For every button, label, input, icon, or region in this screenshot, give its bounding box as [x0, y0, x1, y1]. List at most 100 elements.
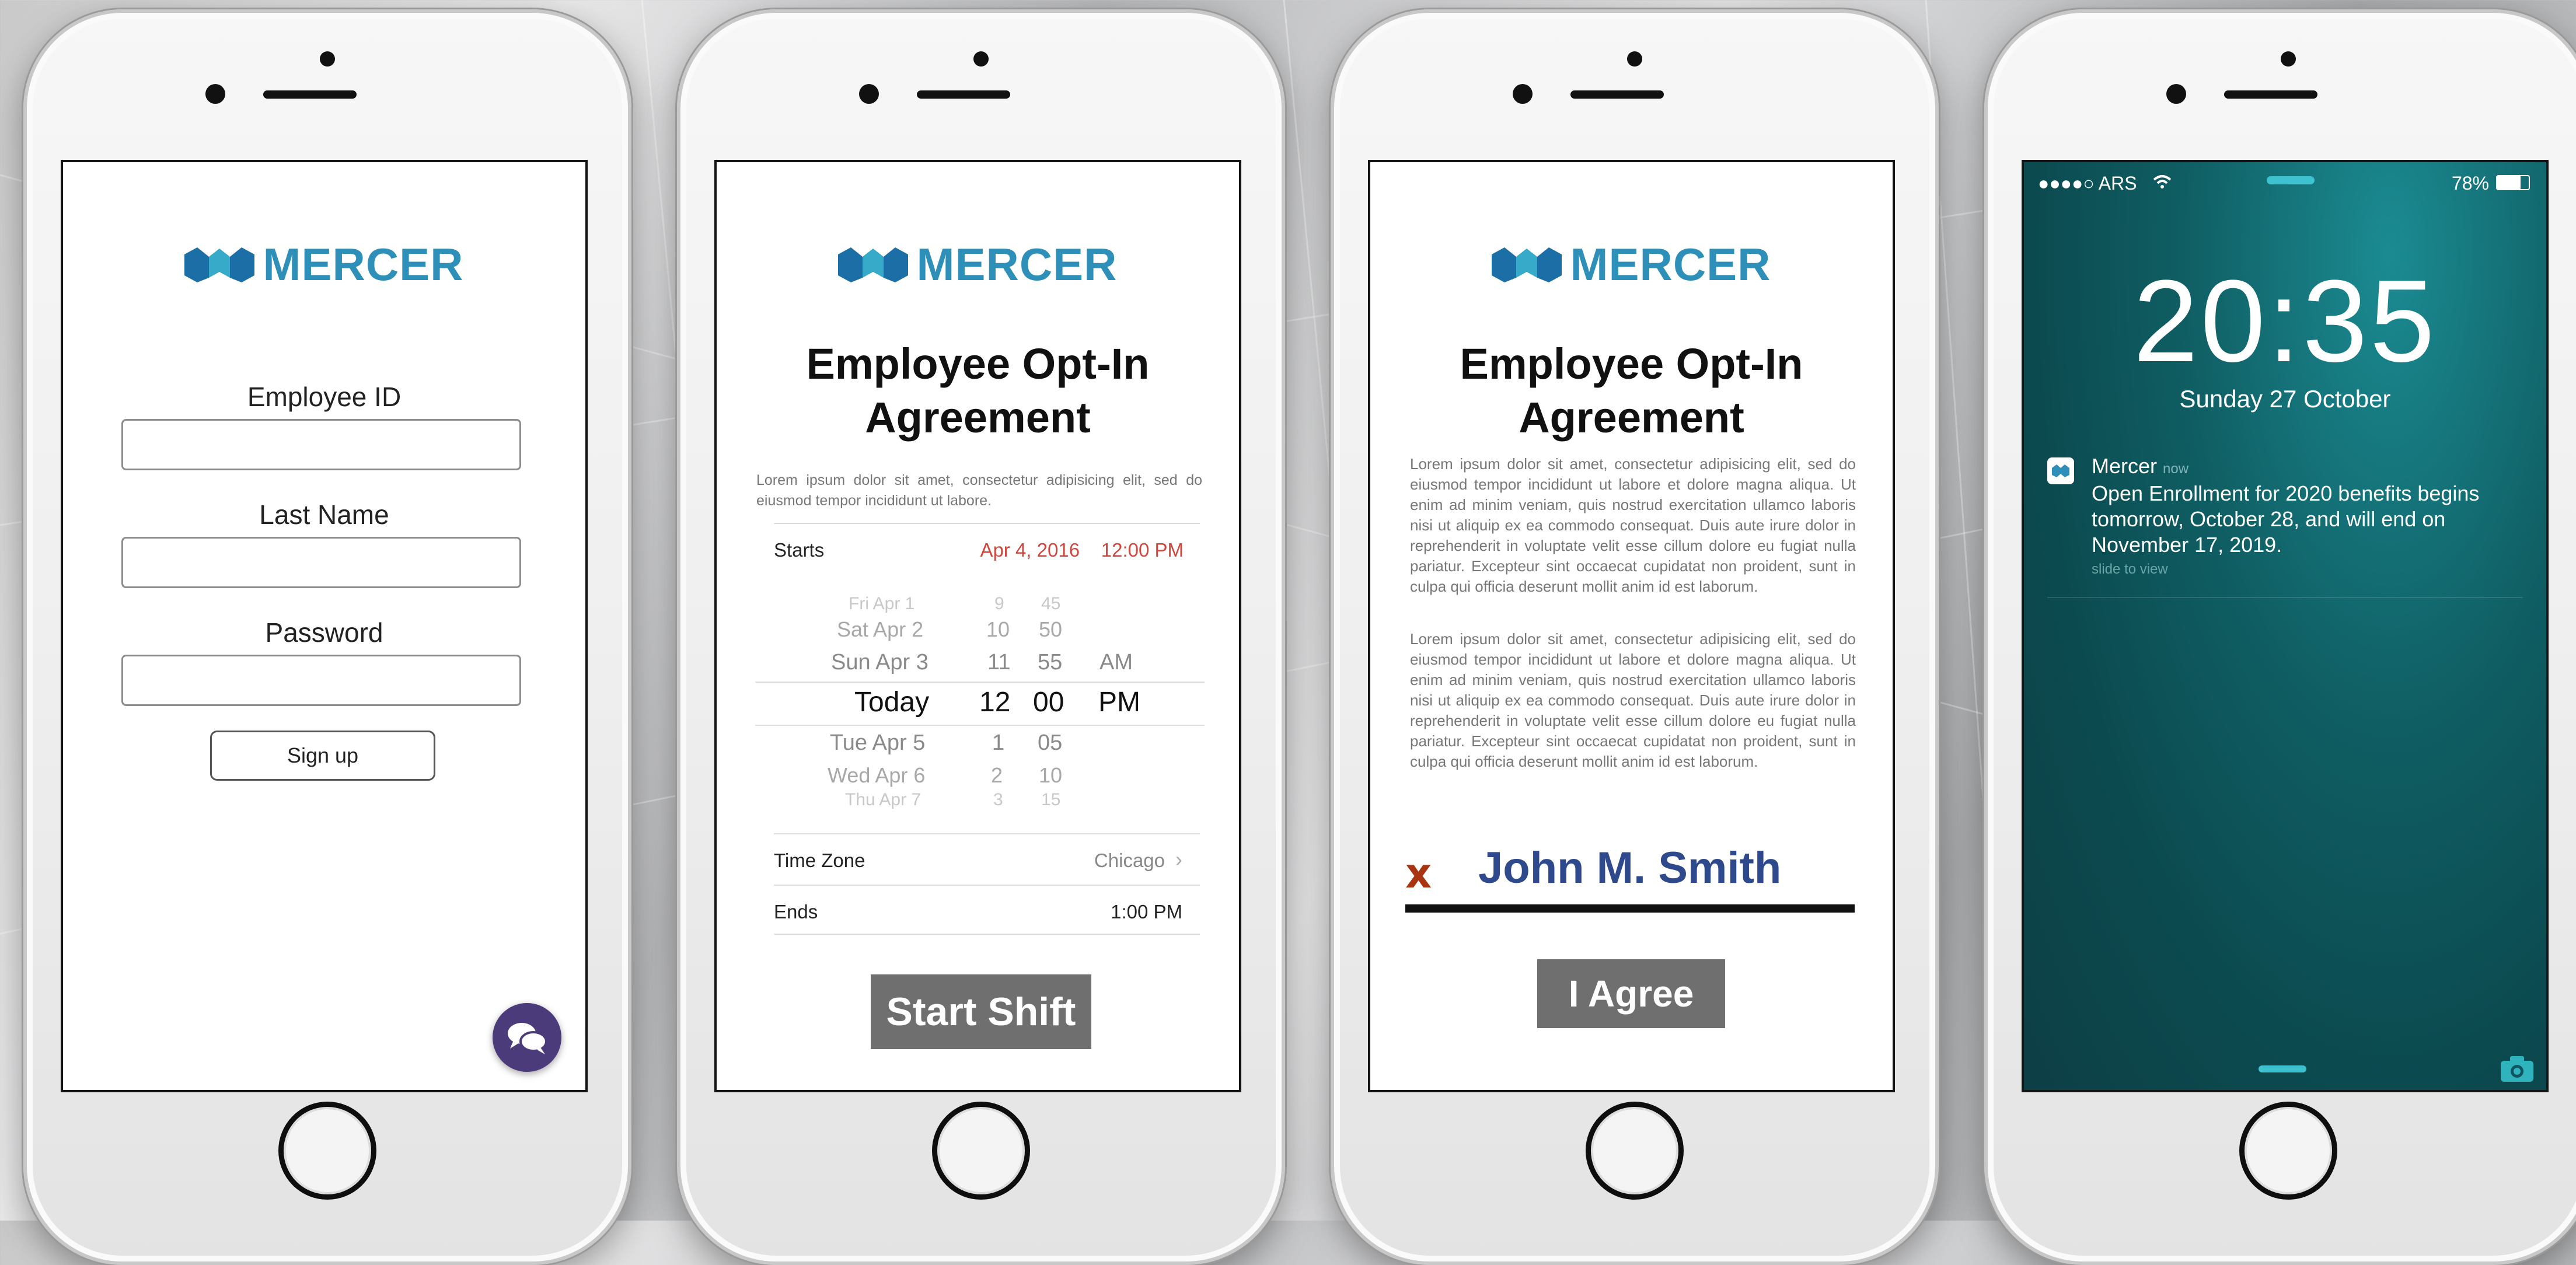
sign-up-button[interactable]: Sign up — [210, 731, 435, 781]
picker-day: Sun Apr 3 — [831, 650, 929, 675]
home-indicator[interactable] — [2259, 1065, 2306, 1072]
title-line-2: Agreement — [865, 393, 1091, 442]
brand-name: MERCER — [1570, 239, 1771, 290]
mercer-logo-icon — [1492, 247, 1562, 282]
picker-day: Thu Apr 7 — [845, 790, 922, 809]
picker-minute: 45 — [1041, 594, 1061, 613]
time-zone-row[interactable]: Time Zone Chicago › — [774, 833, 1200, 883]
chevron-right-icon: › — [1175, 847, 1182, 871]
picker-hour: 12 — [979, 687, 1011, 718]
lock-time: 20:35 — [2133, 256, 2437, 386]
lock-bar-indicator — [2267, 176, 2315, 184]
time-zone-label: Time Zone — [774, 850, 865, 871]
picker-row[interactable]: Thu Apr 7 3 15 — [755, 790, 1205, 823]
lock-date: Sunday 27 October — [2179, 385, 2391, 413]
camera-lens — [859, 84, 879, 104]
wifi-icon — [2153, 175, 2172, 188]
i-agree-button[interactable]: I Agree — [1537, 959, 1725, 1028]
picker-row[interactable]: Sat Apr 2 10 50 — [755, 617, 1205, 650]
slide-to-view-hint: slide to view — [2092, 561, 2168, 577]
picker-minute: 50 — [1039, 617, 1063, 641]
login-screen: MERCER Employee ID Last Name Password Si… — [61, 160, 588, 1092]
mercer-logo-icon — [838, 247, 909, 282]
mercer-logo: MERCER — [717, 238, 1239, 291]
password-label: Password — [265, 617, 383, 648]
picker-hour: 11 — [987, 650, 1011, 675]
brand-name: MERCER — [263, 239, 464, 290]
front-camera — [2281, 51, 2296, 67]
battery-percentage: 78% — [2451, 173, 2489, 194]
picker-day: Tue Apr 5 — [830, 731, 926, 755]
picker-ampm: PM — [1098, 687, 1140, 718]
picker-minute: 15 — [1041, 790, 1061, 809]
earpiece-speaker — [917, 90, 1010, 99]
signature-name[interactable]: John M. Smith — [1478, 843, 1781, 893]
agreement-paragraph: Lorem ipsum dolor sit amet, consectetur … — [1410, 630, 1856, 770]
agreement-paragraph: Lorem ipsum dolor sit amet, consectetur … — [1410, 455, 1856, 595]
chat-button[interactable] — [493, 1003, 561, 1072]
picker-hour: 2 — [991, 763, 1003, 787]
brand-name: MERCER — [916, 239, 1118, 290]
front-camera — [1627, 51, 1642, 67]
notification-time: now — [2163, 461, 2189, 477]
ends-row[interactable]: Ends 1:00 PM — [774, 885, 1200, 935]
employee-id-label: Employee ID — [247, 382, 402, 412]
page-title: Employee Opt-In Agreement — [717, 337, 1239, 445]
phone-lockscreen: ●●●●○ ARS 78% 20:35 Sunday 27 October Me… — [1984, 9, 2576, 1265]
shift-screen: MERCER Employee Opt-In Agreement Lorem i… — [714, 160, 1241, 1092]
picker-hour: 10 — [986, 617, 1010, 641]
camera-icon[interactable] — [2500, 1055, 2535, 1083]
agreement-screen: MERCER Employee Opt-In Agreement Lorem i… — [1368, 160, 1895, 1092]
home-button[interactable] — [278, 1102, 376, 1200]
date-time-picker[interactable]: Fri Apr 1 9 45 Sat Apr 2 10 50 Sun Apr 3… — [755, 594, 1205, 839]
picker-day: Today — [854, 687, 930, 718]
earpiece-speaker — [1570, 90, 1664, 99]
picker-ampm: AM — [1099, 650, 1133, 675]
intro-text: Lorem ipsum dolor sit amet, consectetur … — [756, 472, 1202, 509]
picker-minute: 10 — [1039, 763, 1063, 787]
starts-row[interactable]: Starts Apr 4, 2016 12:00 PM — [774, 523, 1200, 573]
last-name-field[interactable] — [121, 537, 521, 588]
starts-value: Apr 4, 2016 12:00 PM — [980, 539, 1184, 561]
picker-row[interactable]: Tue Apr 5 1 05 — [755, 731, 1205, 763]
mercer-logo: MERCER — [63, 238, 585, 291]
page-title: Employee Opt-In Agreement — [1370, 337, 1893, 445]
phone-login: MERCER Employee ID Last Name Password Si… — [23, 9, 631, 1265]
picker-hour: 9 — [994, 594, 1004, 613]
password-field[interactable] — [121, 655, 521, 706]
home-button[interactable] — [2239, 1102, 2337, 1200]
ends-label: Ends — [774, 901, 818, 922]
phone-agreement: MERCER Employee Opt-In Agreement Lorem i… — [1331, 9, 1939, 1265]
status-bar: ●●●●○ ARS 78% — [2032, 170, 2538, 196]
last-name-label: Last Name — [259, 499, 389, 530]
camera-lens — [1513, 84, 1533, 104]
front-camera — [320, 51, 335, 67]
signature-line — [1405, 904, 1855, 913]
home-button[interactable] — [1586, 1102, 1684, 1200]
picker-hour: 3 — [993, 790, 1003, 809]
notification-card[interactable]: Mercer now Open Enrollment for 2020 benef… — [2047, 454, 2526, 578]
mercer-logo-icon — [184, 247, 255, 282]
picker-minute: 05 — [1038, 731, 1063, 755]
employee-id-field[interactable] — [121, 419, 521, 470]
starts-time: 12:00 PM — [1101, 539, 1184, 561]
lock-screen: ●●●●○ ARS 78% 20:35 Sunday 27 October Me… — [2022, 160, 2549, 1092]
carrier-signal: ●●●●○ ARS — [2038, 173, 2137, 194]
mercer-app-icon — [2047, 457, 2074, 484]
picker-selected-row[interactable]: Today 12 00 PM — [755, 682, 1205, 726]
home-button[interactable] — [932, 1102, 1030, 1200]
starts-date: Apr 4, 2016 — [980, 539, 1080, 561]
picker-minute: 55 — [1038, 650, 1063, 675]
picker-day: Fri Apr 1 — [849, 594, 915, 613]
picker-row[interactable]: Sun Apr 3 11 55 AM — [755, 650, 1205, 683]
front-camera — [973, 51, 989, 67]
time-zone-value: Chicago — [1094, 850, 1165, 871]
start-shift-button[interactable]: Start Shift — [871, 974, 1091, 1049]
notification-app-name: Mercer — [2092, 454, 2158, 478]
chat-bubbles-icon — [508, 1023, 547, 1054]
picker-day: Sat Apr 2 — [837, 617, 924, 641]
phone-shift: MERCER Employee Opt-In Agreement Lorem i… — [677, 9, 1285, 1265]
ends-value: 1:00 PM — [1111, 901, 1182, 922]
picker-day: Wed Apr 6 — [828, 763, 926, 787]
picker-minute: 00 — [1033, 687, 1064, 718]
